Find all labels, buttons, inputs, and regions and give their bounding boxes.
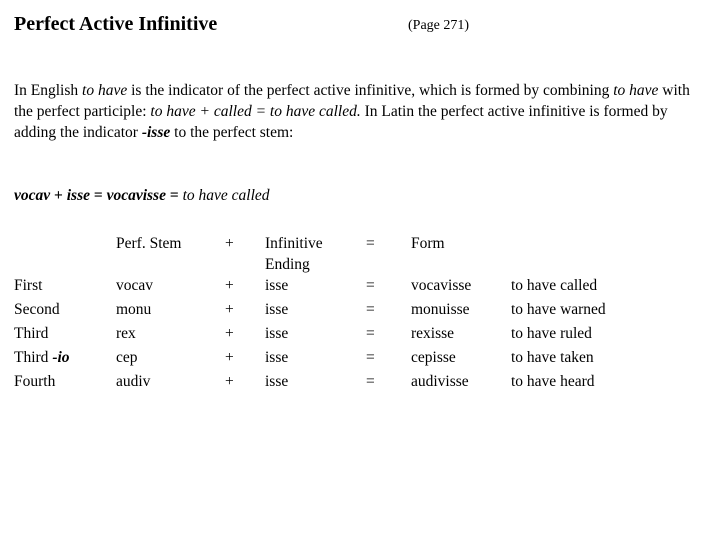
intro-text-5: to the perfect stem:	[170, 123, 294, 141]
row-plus: +	[225, 349, 234, 366]
intro-text-2: is the indicator of the perfect active i…	[127, 81, 614, 99]
table-header-row: Perf. Stem + Infinitive Ending = Form	[14, 233, 714, 275]
row-conjugation: First	[14, 275, 116, 299]
row-ending: isse	[265, 277, 289, 294]
row-ending: isse	[265, 301, 289, 318]
header-ending-line-1: Infinitive	[265, 235, 323, 252]
row-translation: to have ruled	[511, 325, 592, 342]
conjugation-label: First	[14, 277, 43, 294]
conjugation-label: Third	[14, 325, 49, 342]
table-row: Third rex + isse = rexisse to have ruled	[14, 323, 714, 347]
row-conjugation: Fourth	[14, 371, 116, 395]
row-translation: to have taken	[511, 349, 594, 366]
header-translation	[511, 233, 714, 275]
row-plus: +	[225, 325, 234, 342]
intro-bold-italic-isse: -isse	[141, 123, 171, 141]
row-translation: to have called	[511, 277, 598, 294]
conjugation-label: Second	[14, 301, 60, 318]
row-stem: audiv	[116, 373, 151, 390]
row-equals: =	[366, 301, 375, 318]
example-translation: to have called	[182, 187, 270, 204]
row-conjugation: Second	[14, 299, 116, 323]
row-stem: rex	[116, 325, 136, 342]
row-translation: to have warned	[511, 301, 606, 318]
row-form: audivisse	[411, 373, 469, 390]
header: Perfect Active Infinitive (Page 271)	[14, 12, 706, 38]
example-ending: isse	[66, 187, 90, 204]
row-conjugation: Third	[14, 323, 116, 347]
header-form: Form	[411, 235, 445, 252]
conjugation-label: Fourth	[14, 373, 56, 390]
table-row: Second monu + isse = monuisse to have warned	[14, 299, 714, 323]
row-equals: =	[366, 325, 375, 342]
page-reference: (Page 271)	[408, 18, 470, 33]
row-ending: isse	[265, 349, 289, 366]
table-row: Fourth audiv + isse = audivisse to have heard	[14, 371, 714, 395]
row-plus: +	[225, 373, 234, 390]
row-form: monuisse	[411, 301, 470, 318]
row-form: rexisse	[411, 325, 455, 342]
table-header: Perf. Stem + Infinitive Ending = Form	[14, 233, 714, 275]
page-title: Perfect Active Infinitive	[14, 13, 218, 35]
example-form: vocavisse	[106, 187, 166, 204]
example-equals: =	[93, 187, 103, 204]
row-form: vocavisse	[411, 277, 472, 294]
example-equals-2: =	[169, 187, 179, 204]
table-row: First vocav + isse = vocavisse to have called	[14, 275, 714, 299]
row-equals: =	[366, 373, 375, 390]
row-ending: isse	[265, 325, 289, 342]
conjugation-table: Perf. Stem + Infinitive Ending = Form Fi…	[14, 233, 714, 395]
table-row: Third -io cep + isse = cepisse to have taken	[14, 347, 714, 371]
example-equation: vocav + isse = vocavisse = to have calle…	[14, 185, 270, 206]
example-plus: +	[54, 187, 63, 204]
row-plus: +	[225, 301, 234, 318]
intro-text-1: In English	[14, 81, 83, 99]
row-stem: vocav	[116, 277, 154, 294]
row-equals: =	[366, 277, 375, 294]
conjugation-suffix: -io	[52, 349, 70, 366]
header-plus: +	[225, 235, 234, 252]
row-stem: cep	[116, 349, 138, 366]
header-ending-line-2: Ending	[265, 256, 310, 273]
intro-italic-to-have-2: to have	[613, 81, 659, 99]
table-body: First vocav + isse = vocavisse to have called S…	[14, 275, 714, 395]
row-translation: to have heard	[511, 373, 595, 390]
header-conjugation	[14, 233, 116, 275]
intro-italic-equation: to have + called = to have called.	[150, 102, 361, 120]
row-stem: monu	[116, 301, 152, 318]
conjugation-label: Third	[14, 349, 53, 366]
row-plus: +	[225, 277, 234, 294]
row-ending: isse	[265, 373, 289, 390]
intro-italic-to-have-1: to have	[82, 81, 128, 99]
example-stem: vocav	[14, 187, 51, 204]
header-equals: =	[366, 235, 375, 252]
row-form: cepisse	[411, 349, 456, 366]
row-equals: =	[366, 349, 375, 366]
row-conjugation: Third -io	[14, 347, 116, 371]
header-infinitive-ending: Infinitive Ending	[265, 233, 366, 275]
intro-paragraph: In English to have is the indicator of t…	[14, 80, 694, 143]
slide-page: Perfect Active Infinitive (Page 271) In …	[0, 0, 720, 540]
header-perf-stem: Perf. Stem	[116, 235, 182, 252]
